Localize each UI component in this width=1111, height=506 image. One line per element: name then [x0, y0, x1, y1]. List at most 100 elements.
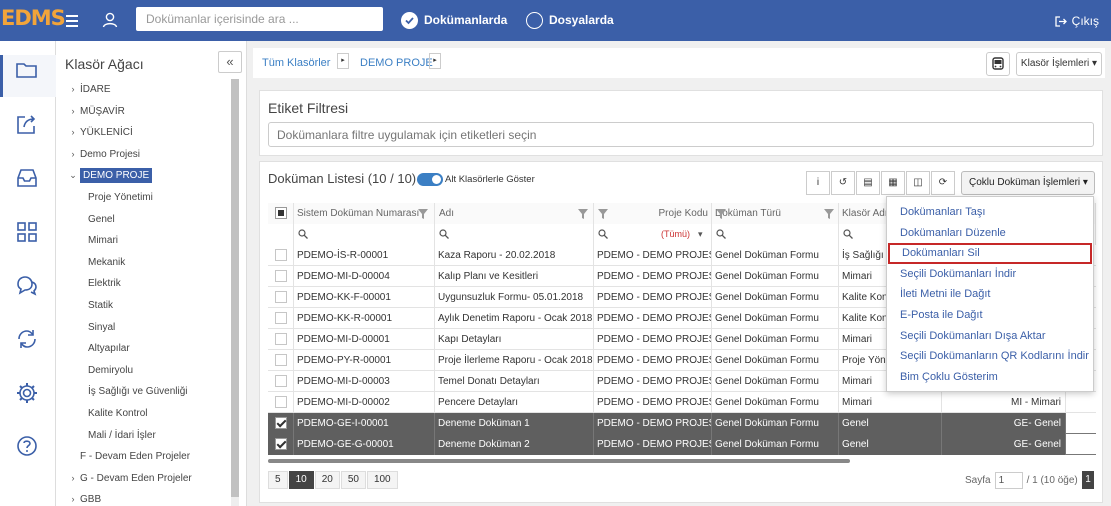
page-size-option[interactable]: 50	[340, 471, 366, 489]
project-code-filter-value[interactable]: (Tümü)	[661, 224, 690, 245]
sync-icon[interactable]	[14, 326, 40, 352]
menu-item[interactable]: Dokümanları Taşı	[887, 202, 1093, 223]
row-checkbox[interactable]	[275, 375, 287, 387]
chevron-right-icon[interactable]: ›	[66, 101, 80, 123]
tree-node[interactable]: Demiryolu	[56, 360, 234, 382]
tree-node[interactable]: › G - Devam Eden Projeler	[56, 468, 234, 490]
chevron-right-icon[interactable]: ›	[66, 489, 80, 506]
help-icon[interactable]	[14, 433, 40, 459]
tree-node[interactable]: Mali / İdari İşler	[56, 425, 234, 447]
tree-node[interactable]: Elektrik	[56, 273, 234, 295]
user-icon[interactable]	[101, 11, 119, 29]
chevron-down-icon[interactable]: ⌄	[66, 165, 80, 187]
subfolders-toggle[interactable]	[417, 173, 443, 186]
filter-funnel-icon[interactable]	[824, 209, 834, 219]
chevron-right-icon[interactable]: ›	[66, 122, 80, 144]
tree-node[interactable]: › İDARE	[56, 79, 234, 101]
chevron-right-icon[interactable]: ›	[66, 79, 80, 101]
menu-item[interactable]: E-Posta ile Dağıt	[887, 305, 1093, 326]
chat-icon[interactable]	[14, 272, 40, 298]
tree-node[interactable]: Mekanik	[56, 252, 234, 274]
chevron-down-icon[interactable]: ▾	[698, 224, 703, 245]
menu-item[interactable]: İleti Metni ile Dağıt	[887, 284, 1093, 305]
column-header-doc-type[interactable]: Doküman Türü	[712, 203, 839, 224]
table-row[interactable]: PDEMO-GE-I-00001 Deneme Doküman 1 PDEMO - …	[268, 413, 1096, 434]
page-size-option[interactable]: 100	[366, 471, 398, 489]
filter-funnel-icon[interactable]	[598, 209, 608, 219]
tag-filter-input[interactable]	[268, 122, 1094, 147]
column-header-system-no[interactable]: Sistem Doküman Numarası	[294, 203, 435, 224]
filter-funnel-icon[interactable]	[578, 209, 588, 219]
logout-button[interactable]: Çıkış	[1055, 14, 1099, 28]
inbox-icon[interactable]	[14, 165, 40, 191]
page-size-option[interactable]: 20	[314, 471, 340, 489]
breadcrumb-separator-icon[interactable]: ▸	[429, 53, 441, 69]
tree-node[interactable]: Altyapılar	[56, 338, 234, 360]
tree-node[interactable]: Kalite Kontrol	[56, 403, 234, 425]
row-checkbox[interactable]	[275, 333, 287, 345]
tree-node[interactable]: › YÜKLENİCİ	[56, 122, 234, 144]
menu-item[interactable]: Seçili Dokümanları Dışa Aktar	[887, 326, 1093, 347]
tree-node[interactable]: İş Sağlığı ve Güvenliği	[56, 381, 234, 403]
grid-horizontal-scrollbar[interactable]	[268, 459, 850, 463]
table-row[interactable]: PDEMO-GE-G-00001 Deneme Doküman 2 PDEMO - …	[268, 434, 1096, 455]
folder-operations-button[interactable]: Klasör İşlemleri ▾	[1016, 52, 1102, 76]
folder-icon[interactable]	[14, 57, 40, 83]
row-checkbox[interactable]	[275, 417, 287, 429]
tree-node[interactable]: Proje Yönetimi	[56, 187, 234, 209]
chevron-right-icon[interactable]: ›	[66, 144, 80, 166]
gear-icon[interactable]	[14, 380, 40, 406]
breadcrumb-all-folders[interactable]: Tüm Klasörler	[262, 57, 330, 69]
info-button[interactable]: i	[806, 171, 830, 195]
filter-cell[interactable]	[435, 224, 594, 245]
column-header-project-code[interactable]: Proje Kodu	[594, 203, 712, 224]
row-checkbox[interactable]	[275, 291, 287, 303]
tree-node[interactable]: Statik	[56, 295, 234, 317]
page-number-input[interactable]: 1	[994, 472, 1023, 489]
tree-node[interactable]: Mimari	[56, 230, 234, 252]
refresh-button[interactable]: ⟳	[931, 171, 955, 195]
search-mode-folders-radio[interactable]: Dosyalarda	[526, 10, 614, 30]
breadcrumb-separator-icon[interactable]: ▸	[337, 53, 349, 69]
menu-item[interactable]: Bim Çoklu Gösterim	[887, 367, 1093, 388]
tree-node[interactable]: › Demo Projesi	[56, 144, 234, 166]
column-header-name[interactable]: Adı	[435, 203, 594, 224]
undo-button[interactable]: ↺	[831, 171, 855, 195]
filter-cell[interactable]	[712, 224, 839, 245]
tree-node[interactable]: F - Devam Eden Projeler	[56, 446, 234, 468]
filter-funnel-icon[interactable]	[418, 209, 428, 219]
excel-export-button[interactable]: ▦	[881, 171, 905, 195]
tree-node[interactable]: ⌄ DEMO PROJE	[56, 165, 234, 187]
save-button[interactable]: ▤	[856, 171, 880, 195]
select-all-checkbox[interactable]	[275, 207, 287, 219]
menu-item[interactable]: Dokümanları Sil	[888, 243, 1092, 264]
share-icon[interactable]	[14, 111, 40, 137]
table-row[interactable]: PDEMO-MI-D-00002 Pencere Detayları PDEMO -…	[268, 392, 1096, 413]
row-checkbox[interactable]	[275, 396, 287, 408]
tree-node[interactable]: Sinyal	[56, 317, 234, 339]
row-checkbox[interactable]	[275, 354, 287, 366]
collapse-tree-button[interactable]: «	[218, 51, 242, 73]
filter-cell[interactable]	[594, 224, 712, 245]
row-checkbox[interactable]	[275, 438, 287, 450]
columns-button[interactable]: ◫	[906, 171, 930, 195]
menu-item[interactable]: Seçili Dokümanları İndir	[887, 264, 1093, 285]
page-size-option[interactable]: 10	[288, 471, 314, 489]
hamburger-menu-icon[interactable]	[66, 12, 78, 28]
search-mode-documents-radio[interactable]: Dokümanlarda	[401, 10, 507, 30]
menu-item[interactable]: Seçili Dokümanların QR Kodlarını İndir	[887, 346, 1093, 367]
bus-button[interactable]	[986, 52, 1010, 76]
tree-node[interactable]: › GBB	[56, 489, 234, 506]
grid-icon[interactable]	[14, 219, 40, 245]
filter-cell[interactable]	[294, 224, 435, 245]
tree-node[interactable]: › MÜŞAVİR	[56, 101, 234, 123]
tree-node[interactable]: Genel	[56, 209, 234, 231]
menu-item[interactable]: Dokümanları Düzenle	[887, 223, 1093, 244]
page-button[interactable]: 1	[1082, 471, 1094, 489]
chevron-right-icon[interactable]: ›	[66, 468, 80, 490]
search-input[interactable]	[136, 7, 383, 31]
tree-scrollbar[interactable]	[231, 79, 239, 506]
filter-funnel-icon[interactable]	[716, 209, 726, 219]
page-size-option[interactable]: 5	[268, 471, 288, 489]
row-checkbox[interactable]	[275, 312, 287, 324]
